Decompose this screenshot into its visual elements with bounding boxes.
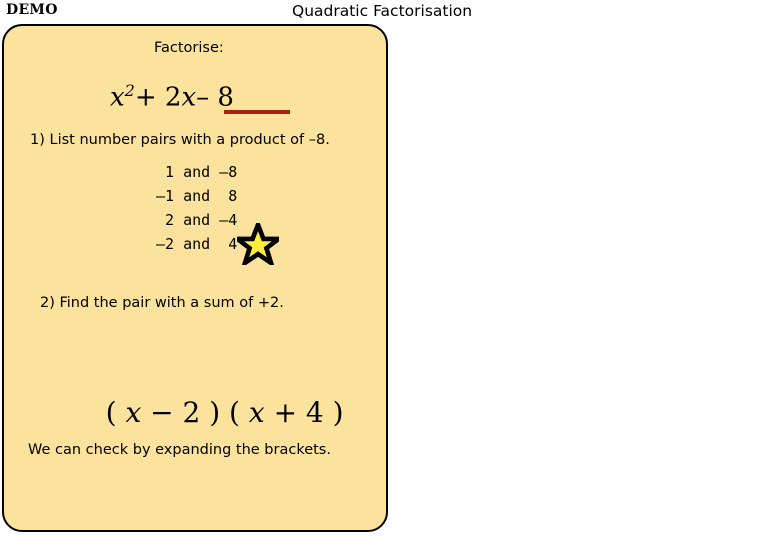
closing-note: We can check by expanding the brackets. bbox=[28, 442, 331, 458]
lesson-card: Factorise: x2+ 2x– 8 1) List number pair… bbox=[2, 24, 388, 532]
constant-term-underline bbox=[224, 110, 290, 114]
factorise-prompt-label: Factorise: bbox=[154, 40, 224, 56]
quadratic-expression: x2+ 2x– 8 bbox=[110, 74, 234, 115]
step-one-instruction: 1) List number pairs with a product of –… bbox=[30, 132, 330, 148]
expression-base-variable: x bbox=[110, 82, 125, 113]
factor-two-close-paren: ) bbox=[332, 396, 344, 429]
factor-two-operand: + 4 bbox=[264, 396, 333, 429]
expression-constant-term: – 8 bbox=[196, 82, 234, 113]
slide-header-bar: DEMO Quadratic Factorisation bbox=[0, 0, 780, 24]
expression-middle-term: + 2 bbox=[134, 82, 182, 113]
expression-middle-variable: x bbox=[181, 82, 197, 113]
demo-badge: DEMO bbox=[6, 2, 58, 18]
list-item: 2 and –4 bbox=[156, 211, 238, 229]
list-item: –1 and 8 bbox=[156, 187, 238, 205]
step-two-instruction: 2) Find the pair with a sum of +2. bbox=[40, 295, 284, 311]
factor-two-variable: x bbox=[248, 396, 265, 429]
factor-one-variable: x bbox=[125, 396, 142, 429]
factor-one-operand: − 2 bbox=[141, 396, 210, 429]
factor-one-close-paren: ) bbox=[209, 396, 230, 429]
expression-exponent: 2 bbox=[124, 81, 135, 100]
page-title: Quadratic Factorisation bbox=[292, 2, 473, 20]
list-item: –2 and 4 bbox=[156, 235, 238, 253]
star-icon bbox=[237, 223, 279, 265]
factor-one-open-paren: ( bbox=[105, 396, 126, 429]
number-pairs-list: 1 and –8 –1 and 8 2 and –4 –2 and 4 bbox=[156, 160, 237, 256]
factor-two-open-paren: ( bbox=[229, 396, 249, 429]
list-item: 1 and –8 bbox=[156, 163, 238, 181]
